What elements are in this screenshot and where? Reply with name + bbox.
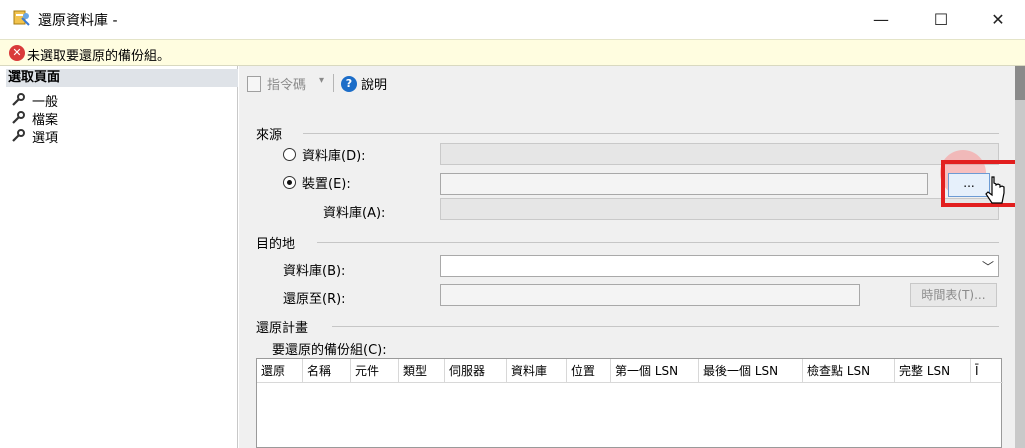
highlight-annotation — [941, 160, 1020, 207]
wrench-icon — [12, 93, 25, 106]
radio-label: 資料庫(D): — [302, 149, 366, 164]
chevron-down-icon[interactable]: ▾ — [319, 75, 324, 86]
main-pane: 指令碼 ▾ ? 說明 來源 資料庫(D): 裝置(E): ... 資料庫(A): — [239, 66, 1025, 448]
source-database-radio[interactable]: 資料庫(D): — [283, 145, 366, 164]
plan-section-label: 還原計畫 — [256, 321, 309, 336]
select-page-pane: 選取頁面 一般 檔案 選項 — [0, 66, 238, 448]
radio-button-selected[interactable] — [283, 176, 296, 189]
restore-to-field[interactable] — [440, 284, 860, 306]
backup-sets-grid[interactable]: 還原 名稱 元件 類型 伺服器 資料庫 位置 第一個 LSN 最後一個 LSN … — [256, 358, 1003, 448]
toolbar-divider — [333, 74, 334, 92]
source-db-label: 資料庫(A): — [323, 206, 386, 221]
page-item-label: 選項 — [32, 130, 59, 146]
restore-database-window: 還原資料庫 - — ☐ ✕ ✕ 未選取要還原的備份組。 選取頁面 一般 檔案 選… — [0, 0, 1025, 448]
column-header[interactable]: 資料庫 — [507, 359, 567, 383]
page-item-general[interactable]: 一般 — [10, 91, 59, 110]
column-header[interactable]: 名稱 — [303, 359, 351, 383]
source-db-select[interactable] — [440, 198, 999, 220]
column-header[interactable]: 還原 — [257, 359, 303, 383]
page-item-label: 一般 — [32, 94, 59, 110]
select-page-header: 選取頁面 — [6, 69, 238, 87]
chevron-down-icon: ﹀ — [981, 260, 994, 274]
source-divider — [303, 133, 999, 134]
toolbar: 指令碼 ▾ ? 說明 — [239, 66, 1015, 98]
column-header[interactable]: 元件 — [351, 359, 399, 383]
column-header[interactable]: 檢查點 LSN — [803, 359, 895, 383]
background-window-strip-top — [1015, 66, 1025, 100]
script-icon — [247, 75, 261, 92]
column-header[interactable]: Ī — [971, 359, 1003, 383]
radio-label: 裝置(E): — [302, 177, 351, 192]
warning-bar: ✕ 未選取要還原的備份組。 — [0, 39, 1025, 66]
background-window-strip — [1015, 66, 1025, 448]
column-header[interactable]: 第一個 LSN — [611, 359, 699, 383]
column-header[interactable]: 位置 — [567, 359, 611, 383]
device-path-field[interactable] — [440, 173, 928, 195]
title-bar: 還原資料庫 - — ☐ ✕ — [0, 0, 1025, 38]
source-device-radio[interactable]: 裝置(E): — [283, 173, 351, 192]
destination-db-select[interactable]: ﹀ — [440, 255, 999, 277]
column-header[interactable]: 類型 — [399, 359, 445, 383]
mouse-cursor-icon — [985, 176, 1005, 204]
destination-section-label: 目的地 — [256, 237, 296, 252]
close-button[interactable]: ✕ — [975, 0, 1021, 38]
column-header[interactable]: 最後一個 LSN — [699, 359, 803, 383]
column-header[interactable]: 完整 LSN — [895, 359, 971, 383]
backup-sets-label: 要還原的備份組(C): — [272, 343, 387, 358]
maximize-button[interactable]: ☐ — [918, 0, 964, 38]
destination-divider — [317, 242, 999, 243]
restore-to-label: 還原至(R): — [283, 292, 346, 307]
help-label: 說明 — [361, 78, 388, 93]
wrench-icon — [12, 111, 25, 124]
window-title: 還原資料庫 - — [38, 13, 118, 29]
help-icon: ? — [341, 75, 357, 92]
script-label: 指令碼 — [267, 78, 307, 93]
destination-db-label: 資料庫(B): — [283, 264, 346, 279]
help-button[interactable]: ? 說明 — [341, 74, 387, 93]
warning-text: 未選取要還原的備份組。 — [27, 49, 171, 64]
column-header[interactable]: 伺服器 — [445, 359, 507, 383]
page-item-label: 檔案 — [32, 112, 59, 128]
wrench-icon — [12, 129, 25, 142]
timeline-button[interactable]: 時間表(T)... — [910, 283, 997, 307]
grid-header-row: 還原 名稱 元件 類型 伺服器 資料庫 位置 第一個 LSN 最後一個 LSN … — [257, 359, 1003, 383]
restore-database-icon — [13, 10, 30, 26]
source-database-field — [440, 143, 999, 165]
radio-button[interactable] — [283, 148, 296, 161]
minimize-button[interactable]: — — [858, 0, 904, 38]
page-item-options[interactable]: 選項 — [10, 127, 59, 146]
plan-divider — [332, 326, 999, 327]
source-section-label: 來源 — [256, 128, 283, 143]
error-icon: ✕ — [9, 45, 25, 61]
page-item-files[interactable]: 檔案 — [10, 109, 59, 128]
script-button[interactable]: 指令碼 — [247, 74, 306, 93]
